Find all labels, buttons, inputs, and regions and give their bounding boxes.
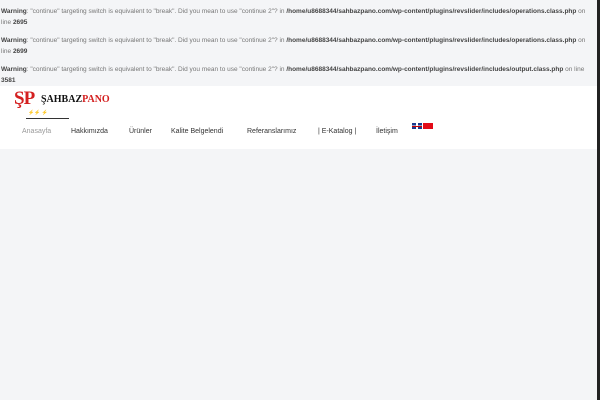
warning-text: : "continue" targeting switch is equival… — [26, 8, 287, 15]
nav-quality[interactable]: Kalite Belgelendi — [171, 128, 223, 135]
lightning-icon: ⚡⚡ ⚡ — [28, 110, 49, 116]
nav-references[interactable]: Referanslarımız — [247, 128, 296, 135]
logo-name: ŞAHBAZPANO — [41, 94, 110, 105]
warning-path: /home/u8688344/sahbazpano.com/wp-content… — [286, 66, 564, 73]
warning-message: Warning: "continue" targeting switch is … — [1, 64, 591, 86]
warning-label: Warning — [1, 8, 27, 15]
warning-on-line: on line — [563, 66, 585, 73]
logo-name-black: ŞAHBAZ — [41, 94, 83, 105]
php-warnings: Warning: "continue" targeting switch is … — [0, 0, 597, 86]
warning-line: 3581 — [1, 77, 16, 84]
uk-flag-icon[interactable] — [412, 123, 422, 129]
warning-text: : "continue" targeting switch is equival… — [26, 37, 287, 44]
warning-line: 2699 — [12, 48, 28, 55]
warning-message: Warning: "continue" targeting switch is … — [1, 35, 591, 57]
nav-home[interactable]: Anasayfa — [22, 128, 51, 135]
nav-catalog[interactable]: | E-Katalog | — [318, 128, 356, 135]
nav-contact[interactable]: İletişim — [376, 128, 398, 135]
language-switcher — [412, 123, 433, 129]
logo-underline — [26, 118, 69, 119]
logo-mark: ŞP — [14, 88, 36, 110]
nav-about[interactable]: Hakkımızda — [71, 128, 108, 135]
warning-label: Warning — [1, 66, 27, 73]
warning-message: Warning: "continue" targeting switch is … — [1, 6, 591, 28]
site-header: ŞP ŞAHBAZPANO ⚡⚡ ⚡ Anasayfa Hakkımızda Ü… — [0, 86, 597, 149]
warning-text: : "continue" targeting switch is equival… — [26, 66, 287, 73]
nav-products[interactable]: Ürünler — [129, 128, 152, 135]
turkey-flag-icon[interactable] — [423, 123, 433, 129]
warning-label: Warning — [1, 37, 27, 44]
logo-name-red: PANO — [82, 94, 110, 105]
logo-mark-s: Ş — [14, 88, 25, 109]
warning-line: 2695 — [12, 19, 28, 26]
warning-path: /home/u8688344/sahbazpano.com/wp-content… — [286, 8, 577, 15]
site-logo[interactable]: ŞP ŞAHBAZPANO ⚡⚡ ⚡ — [14, 88, 110, 119]
logo-mark-p: P — [23, 88, 36, 109]
warning-path: /home/u8688344/sahbazpano.com/wp-content… — [286, 37, 577, 44]
